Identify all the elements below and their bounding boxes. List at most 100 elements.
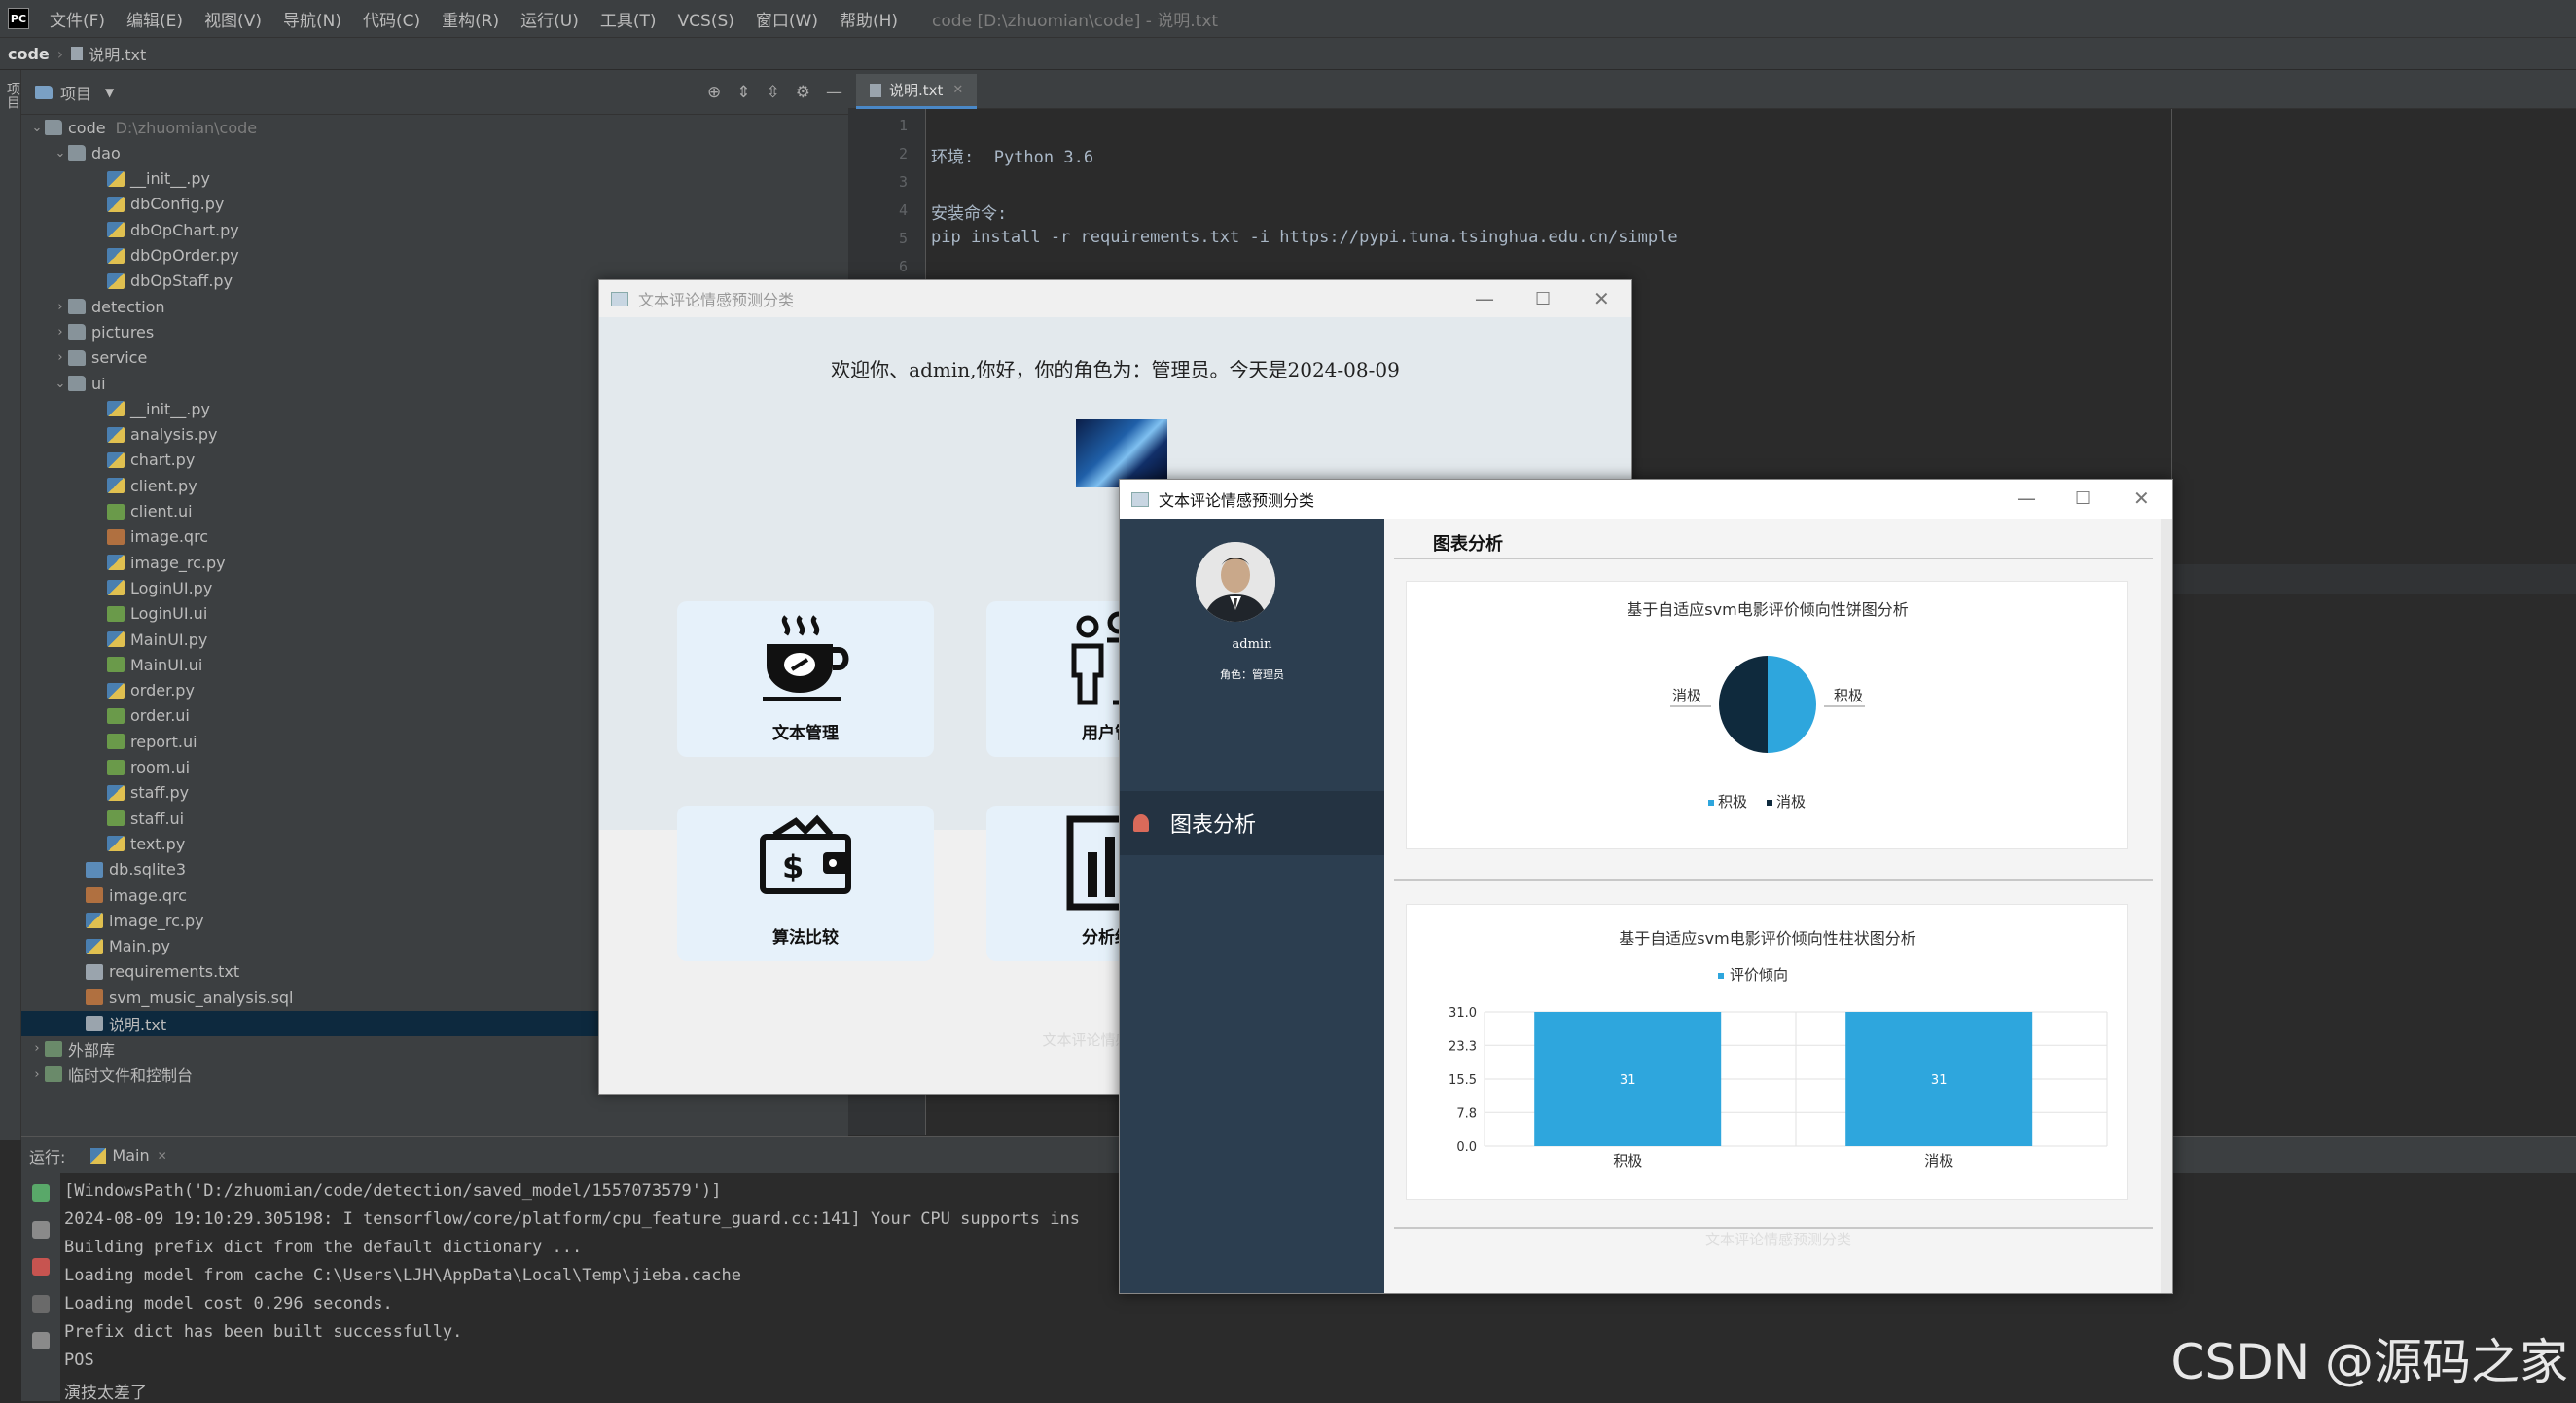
chevron-right-icon[interactable]: › — [53, 300, 68, 314]
menu-item[interactable]: 代码(C) — [352, 12, 431, 31]
locate-icon[interactable]: ⊕ — [707, 83, 721, 102]
breadcrumb-file[interactable]: 说明.txt — [89, 42, 146, 65]
menu-item[interactable]: 帮助(H) — [829, 12, 909, 31]
menu-item[interactable]: 工具(T) — [590, 12, 667, 31]
scrollbar[interactable] — [2161, 519, 2172, 1293]
tree-file[interactable]: LoginUI.py — [21, 575, 212, 600]
close-icon[interactable]: ✕ — [1593, 280, 1610, 317]
collapse-all-icon[interactable]: ⇳ — [767, 83, 780, 102]
bar-chart-panel: 基于自适应svm电影评价倾向性柱状图分析 评价倾向 31.0 23.3 15.5 7.… — [1406, 904, 2128, 1200]
tree-file[interactable]: staff.py — [21, 780, 189, 806]
chevron-down-icon[interactable]: ⌄ — [53, 377, 68, 391]
ui-icon — [107, 605, 125, 622]
trash-icon[interactable] — [32, 1332, 50, 1349]
tree-file[interactable]: dbOpStaff.py — [21, 269, 233, 294]
hide-icon[interactable]: — — [826, 83, 842, 102]
chevron-right-icon[interactable]: › — [53, 350, 68, 365]
menu-item[interactable]: 重构(R) — [431, 12, 510, 31]
tree-file[interactable]: __init__.py — [21, 396, 210, 421]
menu-item[interactable]: 视图(V) — [194, 12, 272, 31]
minimize-icon[interactable]: — — [1475, 280, 1494, 317]
menu-item[interactable]: VCS(S) — [667, 12, 745, 31]
tree-file[interactable]: dbConfig.py — [21, 192, 224, 217]
ui-icon — [107, 759, 125, 775]
editor-tab-bar — [848, 70, 2576, 109]
tree-folder[interactable]: ⌄ dao — [21, 140, 121, 165]
tree-file[interactable]: Main.py — [21, 934, 170, 959]
run-tab-main[interactable]: Main — [112, 1146, 149, 1165]
tree-file[interactable]: dbOpOrder.py — [21, 243, 239, 269]
close-icon[interactable]: ✕ — [952, 83, 963, 97]
tree-item-label: detection — [91, 297, 165, 316]
tree-file[interactable]: image_rc.py — [21, 550, 226, 575]
menu-item[interactable]: 窗口(W) — [745, 12, 829, 31]
py-icon — [107, 196, 125, 212]
home-window-titlebar[interactable]: 文本评论情感预测分类 — ☐ ✕ — [599, 280, 1631, 317]
gear-icon[interactable]: ⚙ — [796, 83, 810, 102]
editor-tab-readme[interactable]: 说明.txt ✕ — [856, 74, 978, 109]
tree-file[interactable]: requirements.txt — [21, 959, 239, 985]
tree-file[interactable]: LoginUI.ui — [21, 601, 207, 627]
tree-file[interactable]: room.ui — [21, 755, 190, 780]
tree-file[interactable]: chart.py — [21, 448, 195, 473]
breadcrumb-root[interactable]: code — [8, 45, 50, 63]
tree-scratches[interactable]: › 临时文件和控制台 — [21, 1061, 193, 1087]
menu-item[interactable]: 文件(F) — [39, 12, 116, 31]
menu-item[interactable]: 编辑(E) — [116, 12, 194, 31]
chart-window-titlebar[interactable]: 文本评论情感预测分类 — ☐ ✕ — [1120, 480, 2172, 519]
card-analysis-results[interactable]: 分析结 — [986, 806, 1132, 961]
tree-file[interactable]: order.ui — [21, 703, 190, 729]
tree-file[interactable]: report.ui — [21, 729, 197, 754]
chevron-right-icon[interactable]: › — [53, 325, 68, 340]
tree-file[interactable]: image.qrc — [21, 882, 187, 908]
maximize-icon[interactable]: ☐ — [1535, 280, 1551, 317]
tree-folder[interactable]: › detection — [21, 294, 165, 319]
editor-highlight-band — [2171, 564, 2576, 594]
close-icon[interactable]: ✕ — [2133, 480, 2150, 517]
banner-image — [1076, 419, 1167, 487]
project-view-selector[interactable]: 项目 — [60, 81, 91, 104]
tree-root-folder[interactable]: ⌄ code D:\zhuomian\code — [21, 115, 258, 140]
card-algorithm-comparison[interactable]: $ 算法比较 — [677, 806, 934, 961]
tree-external-libraries[interactable]: › 外部库 — [21, 1036, 115, 1061]
menu-item[interactable]: 运行(U) — [510, 12, 590, 31]
tree-file[interactable]: dbOpChart.py — [21, 217, 239, 242]
card-text-management[interactable]: 文本管理 — [677, 601, 934, 757]
tree-file[interactable]: MainUI.ui — [21, 652, 202, 677]
tree-file[interactable]: svm_music_analysis.sql — [21, 985, 294, 1010]
tree-file[interactable]: staff.ui — [21, 806, 184, 831]
tree-folder[interactable]: › service — [21, 345, 147, 371]
tree-file[interactable]: text.py — [21, 831, 185, 856]
menu-item[interactable]: 导航(N) — [272, 12, 352, 31]
chevron-right-icon[interactable]: › — [29, 1041, 45, 1056]
tree-file[interactable]: MainUI.py — [21, 627, 207, 652]
tree-file[interactable]: client.py — [21, 473, 197, 498]
tree-folder[interactable]: ⌄ ui — [21, 371, 106, 396]
rerun-icon[interactable] — [32, 1184, 50, 1202]
coffee-icon — [763, 615, 849, 702]
chevron-down-icon[interactable]: ⌄ — [29, 121, 45, 135]
tree-file[interactable]: order.py — [21, 678, 195, 703]
stop-icon[interactable] — [32, 1258, 50, 1276]
tree-file[interactable]: image.qrc — [21, 524, 208, 550]
chevron-right-icon[interactable]: › — [29, 1067, 45, 1082]
tree-file[interactable]: __init__.py — [21, 166, 210, 192]
breadcrumb-separator-icon: › — [56, 44, 64, 63]
tree-file[interactable]: db.sqlite3 — [21, 857, 186, 882]
expand-all-icon[interactable]: ⇕ — [736, 83, 750, 102]
tree-file[interactable]: analysis.py — [21, 422, 218, 448]
chevron-down-icon[interactable]: ▼ — [105, 86, 114, 99]
tree-file[interactable]: client.ui — [21, 499, 193, 524]
tree-file[interactable]: image_rc.py — [21, 908, 204, 933]
chevron-down-icon[interactable]: ⌄ — [53, 146, 68, 161]
wrench-icon[interactable] — [32, 1221, 50, 1239]
pie-label: 积极 — [1834, 687, 1863, 704]
sidebar-item-chart-analysis[interactable]: 图表分析 — [1120, 791, 1384, 855]
card-user-management[interactable]: 用户管 — [986, 601, 1134, 757]
close-icon[interactable]: ✕ — [158, 1149, 167, 1163]
scroll-to-end-icon[interactable] — [32, 1295, 50, 1313]
minimize-icon[interactable]: — — [2017, 480, 2036, 517]
project-tool-tab[interactable]: 项目 — [3, 82, 22, 109]
tree-folder[interactable]: › pictures — [21, 319, 154, 344]
maximize-icon[interactable]: ☐ — [2075, 480, 2091, 517]
